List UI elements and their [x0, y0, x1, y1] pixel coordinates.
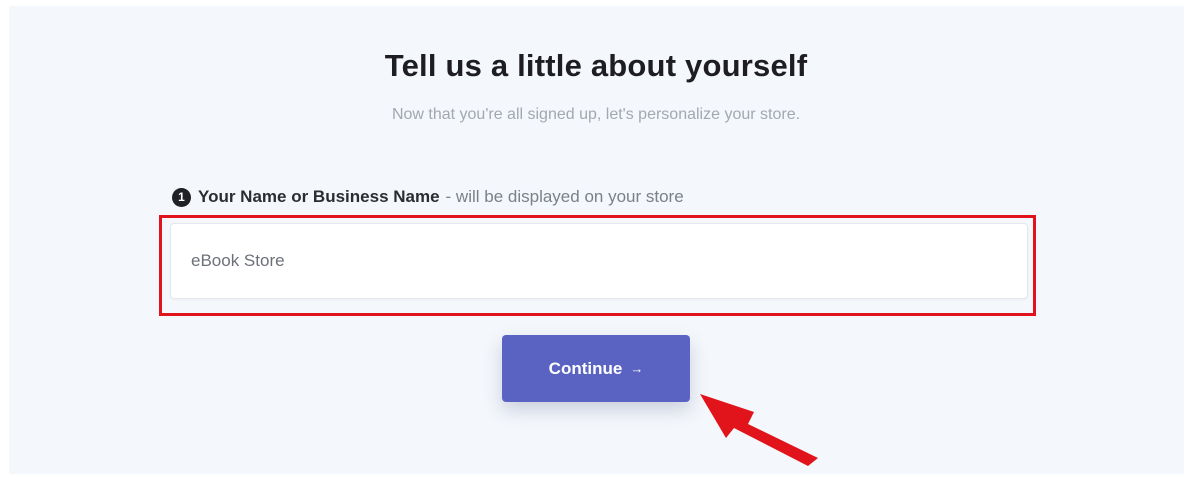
name-field-label: 1 Your Name or Business Name - will be d… [172, 186, 684, 208]
continue-button-label: Continue [548, 358, 623, 378]
name-field-label-strong: Your Name or Business Name [198, 187, 440, 206]
business-name-input[interactable] [170, 223, 1028, 299]
step-number-badge: 1 [172, 187, 191, 207]
arrow-right-icon: → [630, 361, 644, 376]
name-field-label-hint: - will be displayed on your store [445, 187, 684, 206]
annotation-arrow-icon [700, 394, 818, 466]
page-title: Tell us a little about yourself [384, 48, 808, 83]
page-subtitle: Now that you're all signed up, let's per… [391, 106, 801, 123]
continue-button[interactable]: Continue → [502, 335, 690, 402]
